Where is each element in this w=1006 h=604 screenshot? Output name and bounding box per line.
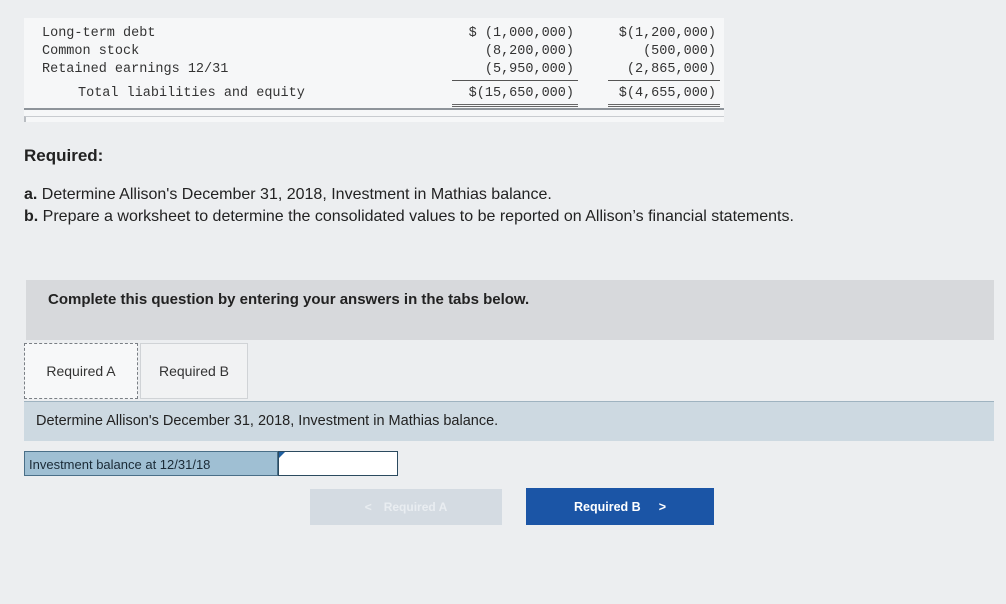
item-letter: a.: [24, 186, 38, 203]
instructions-banner: Complete this question by entering your …: [26, 280, 994, 340]
item-text: Prepare a worksheet to determine the con…: [42, 208, 794, 225]
parent-value: $(15,650,000): [468, 86, 574, 101]
subsidiary-value: (2,865,000): [626, 62, 716, 77]
prev-required-a-button[interactable]: < Required A: [310, 489, 502, 525]
subsidiary-value: $(4,655,000): [618, 86, 716, 101]
tab-instruction-bar: Determine Allison's December 31, 2018, I…: [24, 401, 994, 441]
row-label: Common stock: [42, 44, 140, 59]
parent-value: $ (1,000,000): [468, 26, 574, 41]
row-label: Retained earnings 12/31: [42, 62, 229, 77]
parent-value: (5,950,000): [484, 62, 574, 77]
tab-required-b[interactable]: Required B: [140, 343, 248, 399]
total-double-rule: [608, 104, 720, 107]
parent-value: (8,200,000): [484, 44, 574, 59]
chevron-right-icon: >: [658, 499, 666, 514]
investment-balance-label: Investment balance at 12/31/18: [24, 451, 278, 476]
next-required-b-button[interactable]: Required B >: [526, 488, 714, 525]
item-text: Determine Allison's December 31, 2018, I…: [41, 186, 552, 203]
prev-button-label: Required A: [383, 500, 448, 514]
tab-instruction-text: Determine Allison's December 31, 2018, I…: [36, 413, 499, 429]
next-button-label: Required B: [574, 499, 641, 514]
total-double-rule: [452, 104, 578, 107]
balance-sheet-table: Long-term debt $ (1,000,000) $(1,200,000…: [24, 18, 724, 122]
subsidiary-value: (500,000): [643, 44, 716, 59]
required-heading: Required:: [24, 146, 104, 165]
subsidiary-value: $(1,200,000): [618, 26, 716, 41]
row-label: Long-term debt: [42, 26, 156, 41]
subtotal-rule: [608, 80, 720, 81]
table-bottom-border: [24, 108, 724, 110]
table-row: Common stock (8,200,000) (500,000): [24, 44, 724, 64]
item-letter: b.: [24, 208, 39, 225]
investment-balance-input[interactable]: [278, 451, 398, 476]
subtotal-rule: [452, 80, 578, 81]
required-item-a: a. Determine Allison's December 31, 2018…: [24, 186, 552, 204]
input-corner-marker: [279, 452, 285, 458]
table-bottom-shadow: [24, 116, 724, 122]
table-row: Long-term debt $ (1,000,000) $(1,200,000…: [24, 26, 724, 46]
row-label: Total liabilities and equity: [78, 86, 305, 101]
table-row-total: Total liabilities and equity $(15,650,00…: [24, 86, 724, 106]
table-row: Retained earnings 12/31 (5,950,000) (2,8…: [24, 62, 724, 82]
instructions-banner-text: Complete this question by entering your …: [48, 291, 530, 308]
tab-required-a[interactable]: Required A: [24, 343, 138, 399]
chevron-left-icon: <: [364, 500, 372, 514]
tab-bar: Required A Required B: [24, 343, 994, 401]
required-item-b: b. Prepare a worksheet to determine the …: [24, 208, 794, 226]
